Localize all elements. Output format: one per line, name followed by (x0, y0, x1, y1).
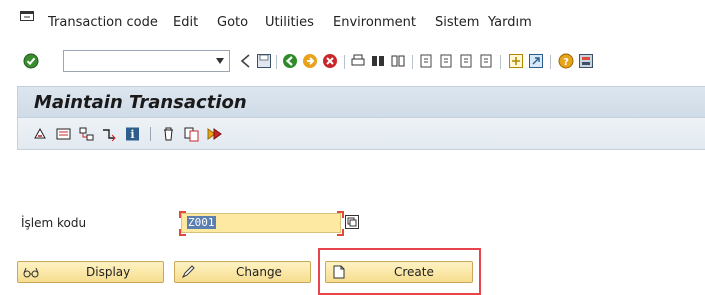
toolbar-separator (276, 55, 277, 69)
menu-edit[interactable]: Edit (173, 15, 198, 30)
back-icon[interactable] (238, 53, 254, 69)
glasses-icon (23, 267, 39, 278)
command-field[interactable] (63, 50, 230, 72)
where-used-icon[interactable] (78, 126, 95, 142)
copy-icon[interactable] (183, 126, 200, 142)
toolbar-separator (550, 55, 551, 69)
shortcut-icon[interactable] (528, 53, 544, 69)
save-icon[interactable] (256, 53, 272, 69)
focus-corner (179, 211, 186, 218)
menu-window-icon[interactable] (20, 11, 35, 22)
test-icon[interactable] (206, 126, 223, 142)
other-object-icon[interactable] (32, 126, 49, 142)
toolbar-separator (344, 55, 345, 69)
enter-icon[interactable] (23, 53, 39, 69)
display-button[interactable]: Display (17, 261, 164, 283)
previous-page-icon[interactable] (438, 53, 454, 69)
change-button[interactable]: Change (174, 261, 311, 283)
cancel-icon[interactable] (322, 53, 338, 69)
pencil-icon (181, 265, 195, 279)
highlight-box (318, 248, 481, 295)
menu-utilities[interactable]: Utilities (265, 15, 314, 30)
application-toolbar (17, 118, 705, 150)
toolbar-separator (500, 55, 501, 69)
change-button-label: Change (236, 265, 282, 279)
back-arrow-icon[interactable] (282, 53, 298, 69)
tcode-label: İşlem kodu (21, 216, 87, 230)
info-icon[interactable]: i (124, 126, 141, 142)
page-title: Maintain Transaction (34, 92, 247, 113)
last-page-icon[interactable] (478, 53, 494, 69)
transport-icon[interactable] (101, 126, 118, 142)
menu-sistem[interactable]: Sistem (435, 15, 479, 30)
display-button-label: Display (86, 265, 131, 279)
focus-corner (179, 229, 186, 236)
focus-corner (337, 211, 344, 218)
first-page-icon[interactable] (418, 53, 434, 69)
value-help-icon[interactable] (345, 215, 359, 229)
svg-text:?: ? (563, 57, 569, 68)
transaction-code-input[interactable]: Z001 (181, 213, 341, 233)
customize-layout-icon[interactable] (578, 53, 594, 69)
svg-text:i: i (130, 128, 134, 141)
focus-corner (337, 229, 344, 236)
new-session-icon[interactable] (508, 53, 524, 69)
delete-icon[interactable] (160, 126, 177, 142)
menu-yardim[interactable]: Yardım (488, 15, 532, 30)
menu-goto[interactable]: Goto (217, 15, 248, 30)
toolbar-separator (412, 55, 413, 69)
help-icon[interactable]: ? (558, 53, 574, 69)
dropdown-icon[interactable] (215, 57, 225, 65)
next-page-icon[interactable] (458, 53, 474, 69)
find-icon[interactable] (370, 53, 386, 69)
tcode-value: Z001 (187, 216, 216, 229)
find-next-icon[interactable] (390, 53, 406, 69)
toolbar-separator (150, 127, 151, 141)
menu-environment[interactable]: Environment (333, 15, 416, 30)
display-object-list-icon[interactable] (55, 126, 72, 142)
menu-transaction-code[interactable]: Transaction code (48, 15, 158, 30)
print-icon[interactable] (350, 53, 366, 69)
exit-icon[interactable] (302, 53, 318, 69)
